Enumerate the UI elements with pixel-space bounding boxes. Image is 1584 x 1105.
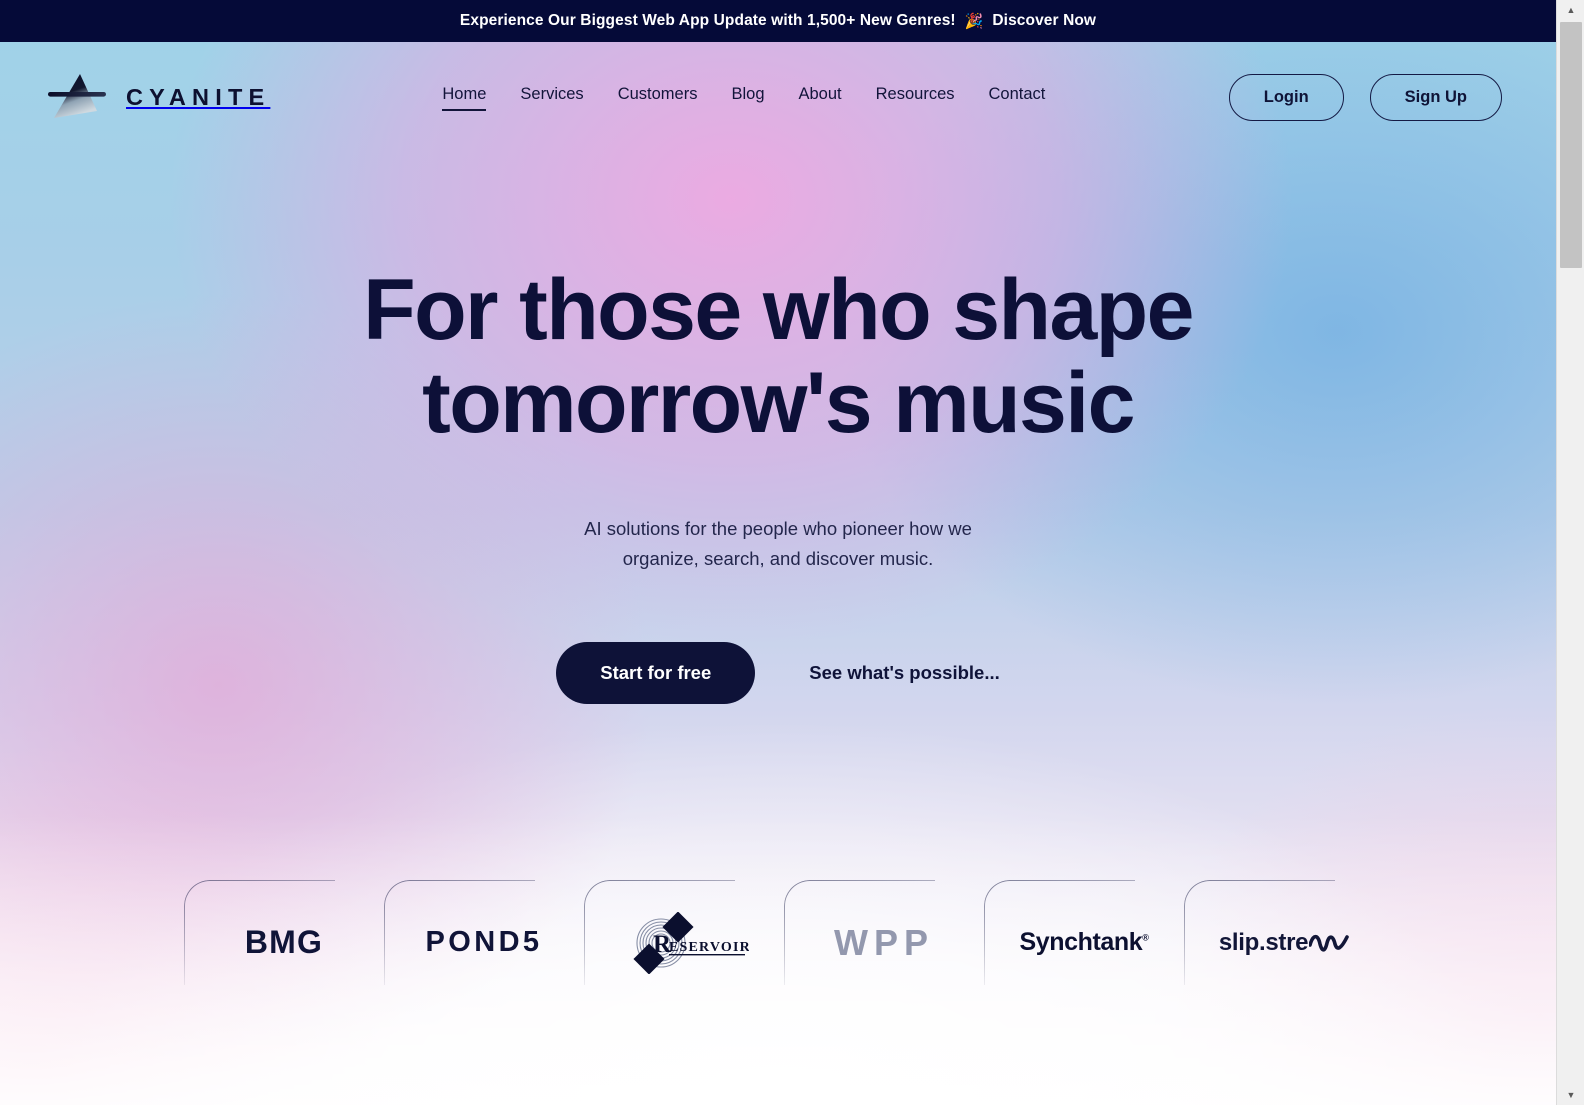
nav-item-blog[interactable]: Blog — [731, 85, 764, 109]
hero-section: For those who shape tomorrow's music AI … — [0, 152, 1556, 704]
wpp-logo-text: WPP — [833, 921, 934, 963]
synchtank-name: Synchtank — [1019, 928, 1143, 957]
hero-title-line-1: For those who shape — [363, 262, 1194, 358]
scrollbar-thumb[interactable] — [1560, 22, 1582, 268]
wpp-logo: WPP — [834, 914, 934, 972]
party-popper-icon: 🎉 — [964, 12, 984, 30]
logo-card-pond5[interactable]: POND5 — [384, 872, 584, 990]
nav-item-resources[interactable]: Resources — [876, 85, 955, 109]
logo-card-slipstream[interactable]: slip.stre — [1184, 872, 1384, 990]
page-scrollbar[interactable]: ▲ ▼ — [1556, 0, 1584, 1105]
discover-now-link[interactable]: Discover Now — [992, 12, 1096, 30]
signup-button[interactable]: Sign Up — [1369, 73, 1502, 121]
logo-card-synchtank[interactable]: Synchtank® — [984, 872, 1184, 990]
synchtank-trademark: ® — [1142, 932, 1149, 943]
partner-logo-strip: BMG POND5 R ESERVOIR WPP Synchtank® slip… — [0, 872, 1556, 990]
hero-title-line-2: tomorrow's music — [422, 354, 1135, 451]
hero-subtitle-line-1: AI solutions for the people who pioneer … — [584, 517, 972, 539]
slipstream-logo: slip.stre — [1219, 914, 1349, 972]
nav-item-contact[interactable]: Contact — [989, 85, 1046, 109]
start-for-free-button[interactable]: Start for free — [556, 641, 756, 704]
logo-card-reservoir[interactable]: R ESERVOIR — [584, 872, 784, 990]
nav-item-home[interactable]: Home — [442, 85, 487, 111]
pond5-logo-text: POND5 — [425, 926, 543, 959]
site-header: CYANITE Home Services Customers Blog Abo… — [0, 42, 1556, 152]
logo-card-wpp[interactable]: WPP — [784, 872, 984, 990]
synchtank-logo: Synchtank® — [1019, 914, 1148, 972]
main-navigation: Home Services Customers Blog About Resou… — [442, 85, 1046, 111]
brand-name: CYANITE — [126, 83, 271, 110]
nav-item-about[interactable]: About — [799, 85, 842, 109]
page-title: For those who shape tomorrow's music — [0, 264, 1556, 450]
triangle-play-mark-icon — [48, 74, 106, 118]
pond5-logo: POND5 — [426, 914, 543, 972]
slipstream-name-part: slip.stre — [1218, 928, 1309, 956]
bmg-logo: BMG — [245, 914, 323, 972]
brand-logo[interactable]: CYANITE — [44, 71, 270, 123]
nav-item-customers[interactable]: Customers — [618, 85, 698, 109]
page-content: Experience Our Biggest Web App Update wi… — [0, 0, 1556, 1105]
logo-card-bmg[interactable]: BMG — [184, 872, 384, 990]
hero-subtitle: AI solutions for the people who pioneer … — [563, 514, 993, 574]
slipstream-wave-icon — [1309, 934, 1349, 952]
announcement-text: Experience Our Biggest Web App Update wi… — [459, 12, 956, 29]
reservoir-logo: R ESERVOIR — [619, 911, 750, 975]
slipstream-logo-text: slip.stre — [1219, 929, 1349, 957]
see-whats-possible-link[interactable]: See what's possible... — [809, 662, 1000, 684]
login-button[interactable]: Login — [1228, 73, 1344, 121]
reservoir-mark-icon: R ESERVOIR — [633, 911, 750, 975]
synchtank-logo-text: Synchtank® — [1019, 928, 1148, 957]
scroll-down-arrow-icon[interactable]: ▼ — [1557, 1085, 1584, 1105]
hero-subtitle-line-2: organize, search, and discover music. — [622, 547, 934, 569]
scroll-up-arrow-icon[interactable]: ▲ — [1557, 0, 1584, 20]
browser-viewport: Experience Our Biggest Web App Update wi… — [0, 0, 1584, 1105]
nav-item-services[interactable]: Services — [520, 85, 583, 109]
svg-text:ESERVOIR: ESERVOIR — [669, 940, 749, 955]
bmg-logo-text: BMG — [244, 924, 324, 961]
auth-actions: Login Sign Up — [1228, 73, 1502, 121]
announcement-bar[interactable]: Experience Our Biggest Web App Update wi… — [0, 0, 1556, 42]
hero-cta-group: Start for free See what's possible... — [0, 641, 1556, 704]
